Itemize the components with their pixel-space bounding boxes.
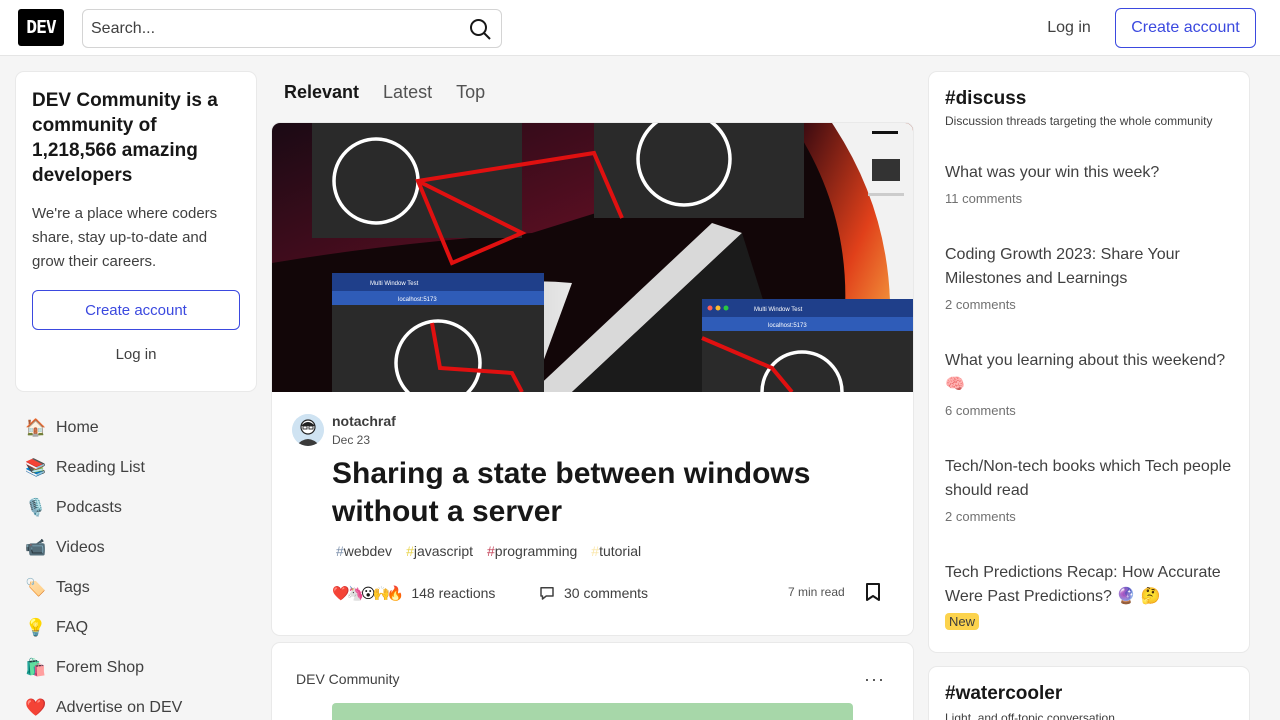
top-header: DEV Log in Create account bbox=[0, 0, 1280, 56]
reaction-emojis: ❤️ 🦄 😮 🙌 🔥 bbox=[332, 584, 405, 602]
sidebar-item-label: Home bbox=[56, 419, 99, 436]
fire-reaction-icon: 🔥 bbox=[386, 584, 405, 601]
tag-programming[interactable]: #programming bbox=[481, 539, 583, 563]
reactions-count: 148 reactions bbox=[411, 585, 496, 601]
tab-relevant[interactable]: Relevant bbox=[272, 78, 371, 110]
sidebar-item-advertise[interactable]: ❤️ Advertise on DEV bbox=[16, 688, 256, 720]
discuss-item[interactable]: What was your win this week? 11 comments bbox=[945, 161, 1241, 206]
article-preview-image[interactable] bbox=[332, 703, 853, 720]
discuss-item[interactable]: Tech/Non-tech books which Tech people sh… bbox=[945, 455, 1241, 524]
discuss-item[interactable]: Tech Predictions Recap: How Accurate Wer… bbox=[945, 561, 1241, 631]
video-camera-icon: 📹 bbox=[25, 538, 47, 557]
discuss-item-comments: 2 comments bbox=[945, 509, 1016, 524]
sidebar-item-label: Reading List bbox=[56, 459, 145, 476]
search-button[interactable] bbox=[467, 16, 493, 42]
comments-button[interactable]: 30 comments bbox=[538, 581, 648, 605]
watercooler-subtitle: Light, and off-topic conversation bbox=[945, 711, 1115, 720]
sidebar-item-tags[interactable]: 🏷️ Tags bbox=[16, 568, 256, 608]
discuss-item-comments: 2 comments bbox=[945, 297, 1016, 312]
discuss-item-comments: 11 comments bbox=[945, 191, 1023, 206]
tag-icon: 🏷️ bbox=[25, 578, 47, 597]
create-account-button[interactable]: Create account bbox=[1115, 8, 1256, 48]
sidebar-item-podcasts[interactable]: 🎙️ Podcasts bbox=[16, 488, 256, 528]
comment-icon bbox=[540, 587, 554, 600]
organization-name[interactable]: DEV Community bbox=[296, 671, 399, 687]
microphone-icon: 🎙️ bbox=[25, 498, 47, 517]
tag-javascript[interactable]: #javascript bbox=[400, 539, 479, 563]
intro-create-account-button[interactable]: Create account bbox=[32, 290, 240, 330]
sidebar-item-forem-shop[interactable]: 🛍️ Forem Shop bbox=[16, 648, 256, 688]
cover-window-url: localhost:5173 bbox=[398, 297, 437, 303]
read-time: 7 min read bbox=[788, 585, 845, 599]
tag-webdev[interactable]: #webdev bbox=[330, 539, 398, 563]
discuss-item-title[interactable]: Tech/Non-tech books which Tech people sh… bbox=[945, 455, 1241, 503]
search-box[interactable] bbox=[82, 9, 502, 48]
intro-text: We're a place where coders share, stay u… bbox=[32, 205, 218, 270]
cover-window-url-2: localhost:5173 bbox=[768, 323, 807, 329]
sidebar-item-home[interactable]: 🏠 Home bbox=[16, 408, 256, 448]
discuss-header[interactable]: #discuss Discussion threads targeting th… bbox=[945, 88, 1212, 128]
cover-window-title-2: Multi Window Test bbox=[754, 307, 803, 313]
sidebar-item-label: Advertise on DEV bbox=[56, 699, 183, 716]
feed-tabs: Relevant Latest Top bbox=[272, 78, 497, 110]
lightbulb-icon: 💡 bbox=[25, 618, 47, 637]
author-name[interactable]: notachraf bbox=[332, 413, 396, 429]
watercooler-widget: #watercooler Light, and off-topic conver… bbox=[929, 667, 1249, 720]
discuss-item-title[interactable]: What was your win this week? bbox=[945, 161, 1241, 185]
discuss-item[interactable]: Coding Growth 2023: Share Your Milestone… bbox=[945, 243, 1241, 312]
discuss-item-comments: 6 comments bbox=[945, 403, 1016, 418]
sidebar-item-label: FAQ bbox=[56, 619, 89, 636]
login-link[interactable]: Log in bbox=[1036, 12, 1102, 44]
sidebar-item-label: Tags bbox=[56, 579, 90, 596]
discuss-item-title[interactable]: Coding Growth 2023: Share Your Milestone… bbox=[945, 243, 1241, 291]
sidebar-item-label: Forem Shop bbox=[56, 659, 145, 676]
bookmark-button[interactable] bbox=[860, 579, 886, 605]
watercooler-title[interactable]: #watercooler bbox=[945, 683, 1062, 705]
sidebar-item-videos[interactable]: 📹 Videos bbox=[16, 528, 256, 568]
article-cover-image[interactable]: Multi Window Test localhost:5173 Multi W… bbox=[272, 123, 913, 392]
intro-login-link[interactable]: Log in bbox=[32, 338, 240, 370]
reactions-button[interactable]: ❤️ 🦄 😮 🙌 🔥 148 reactions bbox=[332, 581, 495, 605]
shopping-bags-icon: 🛍️ bbox=[25, 658, 47, 677]
featured-article-card[interactable]: Multi Window Test localhost:5173 Multi W… bbox=[272, 123, 913, 635]
intro-title: DEV Community is a community of 1,218,56… bbox=[32, 90, 218, 186]
cover-window-title: Multi Window Test bbox=[370, 281, 419, 287]
dev-logo[interactable]: DEV bbox=[18, 9, 64, 46]
article-tags: #webdev #javascript #programming #tutori… bbox=[330, 539, 649, 563]
discuss-item[interactable]: What you learning about this weekend? 🧠 … bbox=[945, 349, 1241, 418]
search-input[interactable] bbox=[91, 10, 461, 47]
sidebar-item-faq[interactable]: 💡 FAQ bbox=[16, 608, 256, 648]
post-date: Dec 23 bbox=[332, 433, 371, 447]
sidebar-item-label: Videos bbox=[56, 539, 105, 556]
article-title[interactable]: Sharing a state between windows without … bbox=[332, 455, 852, 531]
second-article-card[interactable]: DEV Community ··· bbox=[272, 643, 913, 720]
more-options-button[interactable]: ··· bbox=[864, 669, 885, 690]
house-icon: 🏠 bbox=[25, 418, 47, 437]
tab-top[interactable]: Top bbox=[444, 78, 497, 110]
tag-tutorial[interactable]: #tutorial bbox=[585, 539, 647, 563]
new-badge: New bbox=[945, 613, 980, 630]
sidebar-nav: 🏠 Home 📚 Reading List 🎙️ Podcasts 📹 Vide… bbox=[16, 408, 256, 720]
reading-list-icon: 📚 bbox=[25, 458, 47, 477]
heart-icon: ❤️ bbox=[25, 698, 47, 717]
avatar-illustration bbox=[292, 414, 324, 446]
sidebar-item-label: Podcasts bbox=[56, 499, 122, 516]
author-avatar[interactable] bbox=[292, 414, 324, 446]
discuss-title[interactable]: #discuss bbox=[945, 88, 1212, 110]
sidebar-item-reading-list[interactable]: 📚 Reading List bbox=[16, 448, 256, 488]
discuss-item-title[interactable]: What you learning about this weekend? 🧠 bbox=[945, 349, 1241, 397]
comments-count: 30 comments bbox=[564, 585, 649, 601]
discuss-item-title[interactable]: Tech Predictions Recap: How Accurate Wer… bbox=[945, 561, 1241, 609]
discuss-widget: #discuss Discussion threads targeting th… bbox=[929, 72, 1249, 652]
tab-latest[interactable]: Latest bbox=[371, 78, 444, 110]
bookmark-icon bbox=[866, 583, 880, 601]
community-intro-card: DEV Community is a community of 1,218,56… bbox=[16, 72, 256, 391]
discuss-subtitle: Discussion threads targeting the whole c… bbox=[945, 114, 1213, 128]
search-icon bbox=[470, 19, 491, 40]
